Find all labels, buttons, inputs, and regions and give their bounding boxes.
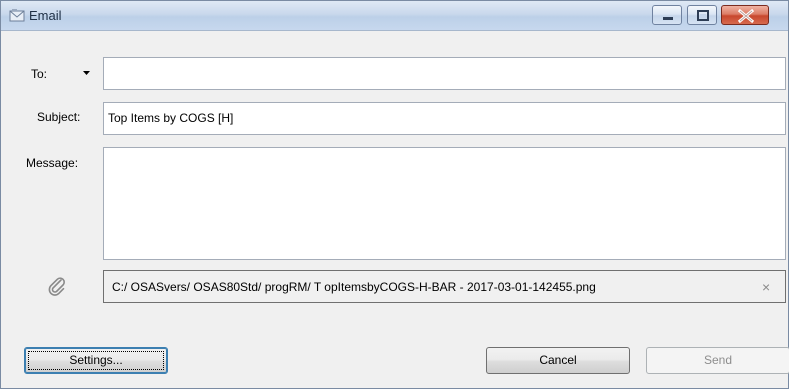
to-label: To: (31, 67, 48, 81)
subject-label: Subject: (37, 110, 81, 124)
remove-attachment-icon[interactable]: × (762, 279, 770, 295)
send-button[interactable]: Send (646, 347, 789, 374)
settings-button-label: Settings... (69, 353, 123, 367)
window-title: Email (29, 8, 62, 23)
settings-button[interactable]: Settings... (24, 347, 168, 374)
close-icon (737, 8, 755, 24)
close-button[interactable] (721, 5, 769, 25)
attachment-item: C:/ OSASvers/ OSAS80Std/ progRM/ T opIte… (103, 270, 786, 303)
minimize-button[interactable] (652, 5, 682, 25)
subject-field[interactable]: Top Items by COGS [H] (103, 102, 786, 135)
message-field[interactable] (103, 147, 786, 260)
restore-button[interactable] (687, 5, 717, 25)
restore-icon (697, 10, 709, 21)
to-field[interactable] (103, 57, 786, 90)
attachment-path: C:/ OSASvers/ OSAS80Std/ progRM/ T opIte… (112, 280, 596, 294)
paperclip-icon (47, 276, 67, 299)
email-window: Email To: Subject: Top Items by COGS [H]… (0, 0, 789, 389)
chevron-down-icon (83, 71, 90, 75)
title-bar[interactable]: Email (1, 1, 788, 31)
to-dropdown[interactable]: To: (31, 67, 103, 83)
minimize-icon (663, 17, 673, 20)
message-label: Message: (26, 156, 79, 170)
cancel-button[interactable]: Cancel (486, 347, 630, 374)
email-envelope-icon (9, 9, 25, 22)
